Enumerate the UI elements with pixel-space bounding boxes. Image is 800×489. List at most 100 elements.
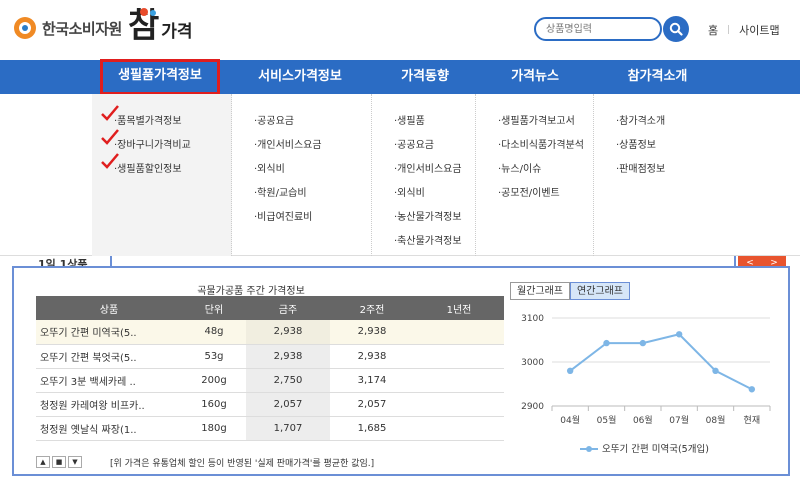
data-point bbox=[603, 339, 610, 347]
menu-col-about: ·참가격소개 ·상품정보 ·판매점정보 bbox=[594, 94, 714, 256]
sitemap-link[interactable]: 사이트맵 bbox=[739, 22, 779, 38]
product-cell[interactable]: 오뚜기 간편 북엇국(5.. bbox=[36, 344, 182, 369]
mega-menu: ·품목별가격정보 ·장바구니가격비교 ·생필품할인정보 ·공공요금 ·개인서비스… bbox=[0, 94, 800, 256]
search-button[interactable] bbox=[663, 16, 689, 42]
menu-item[interactable]: ·개인서비스요금 bbox=[254, 136, 322, 151]
product-cell[interactable]: 오뚜기 간편 미역국(5.. bbox=[36, 320, 182, 345]
brand-dot-icon bbox=[140, 8, 148, 16]
util-divider: | bbox=[727, 25, 731, 35]
menu-item-by-item[interactable]: ·품목별가격정보 bbox=[114, 112, 182, 127]
search-icon bbox=[669, 22, 683, 36]
menu-item[interactable]: ·외식비 bbox=[394, 184, 425, 199]
this-week-cell: 1,707 bbox=[246, 416, 330, 441]
one-year-ago-cell bbox=[414, 344, 504, 369]
one-year-ago-cell bbox=[414, 392, 504, 417]
table-row[interactable]: 오뚜기 간편 북엇국(5.. 53g 2,938 2,938 bbox=[36, 344, 504, 369]
menu-col-service-price: ·공공요금 ·개인서비스요금 ·외식비 ·학원/교습비 ·비급여진료비 bbox=[232, 94, 372, 256]
tab-monthly-graph[interactable]: 월간그래프 bbox=[510, 282, 570, 300]
brand-name-small: 가격 bbox=[161, 22, 193, 42]
menu-item[interactable]: ·농산물가격정보 bbox=[394, 208, 462, 223]
data-point bbox=[712, 367, 719, 374]
table-row[interactable]: 오뚜기 간편 미역국(5.. 48g 2,938 2,938 bbox=[36, 320, 504, 345]
y-tick-label: 3100 bbox=[521, 314, 544, 324]
y-tick-label: 2900 bbox=[521, 402, 544, 412]
this-week-cell: 2,938 bbox=[246, 320, 330, 345]
menu-col-living-price: ·품목별가격정보 ·장바구니가격비교 ·생필품할인정보 bbox=[92, 94, 232, 256]
menu-item[interactable]: ·뉴스/이슈 bbox=[498, 160, 541, 175]
nav-item-price-trend[interactable]: 가격동향 bbox=[380, 60, 470, 94]
menu-item[interactable]: ·공공요금 bbox=[254, 112, 294, 127]
table-row[interactable]: 청정원 옛날식 짜장(1.. 180g 1,707 1,685 bbox=[36, 416, 504, 441]
legend-label: 오뚜기 간편 미역국(5개입) bbox=[602, 443, 709, 455]
menu-item[interactable]: ·판매점정보 bbox=[616, 160, 665, 175]
menu-item[interactable]: ·공모전/이벤트 bbox=[498, 184, 560, 199]
column-header: 금주 bbox=[246, 296, 330, 320]
chart-tabs: 월간그래프 연간그래프 bbox=[510, 282, 630, 300]
menu-item[interactable]: ·축산물가격정보 bbox=[394, 232, 462, 247]
x-tick-label: 현재 bbox=[744, 415, 761, 426]
product-cell[interactable]: 청정원 카레여왕 비프카.. bbox=[36, 392, 182, 417]
table-row[interactable]: 청정원 카레여왕 비프카.. 160g 2,057 2,057 bbox=[36, 392, 504, 417]
menu-col-price-news: ·생필품가격보고서 ·다소비식품가격분석 ·뉴스/이슈 ·공모전/이벤트 bbox=[476, 94, 594, 256]
price-line-chart: 2900 3000 3100 04월 05월 06월 07월 08월 현재오뚜기 간편 미역국(… bbox=[521, 314, 771, 455]
menu-item[interactable]: ·다소비식품가격분석 bbox=[498, 136, 584, 151]
column-header: 2주전 bbox=[330, 296, 414, 320]
menu-item-discount[interactable]: ·생필품할인정보 bbox=[114, 160, 182, 175]
two-weeks-ago-cell: 1,685 bbox=[330, 416, 414, 441]
nav-item-service-price[interactable]: 서비스가격정보 bbox=[240, 60, 360, 94]
column-header: 단위 bbox=[182, 296, 246, 320]
this-week-cell: 2,750 bbox=[246, 368, 330, 393]
unit-cell: 160g bbox=[182, 392, 246, 417]
table-header-row: 상품 단위 금주 2주전 1년전 bbox=[36, 296, 504, 320]
nav-item-about[interactable]: 참가격소개 bbox=[605, 60, 710, 94]
column-header: 상품 bbox=[36, 296, 182, 320]
one-year-ago-cell bbox=[414, 368, 504, 393]
page-down-button[interactable]: ▼ bbox=[68, 456, 82, 468]
data-point bbox=[566, 367, 574, 374]
util-links: 홈 | 사이트맵 bbox=[708, 22, 780, 38]
menu-item[interactable]: ·공공요금 bbox=[394, 136, 434, 151]
menu-item[interactable]: ·생필품 bbox=[394, 112, 425, 127]
price-note: [위 가격은 유통업체 할인 등이 반영된 '실제 판매가격'를 평균한 값임.… bbox=[110, 459, 375, 469]
nav-item-price-news[interactable]: 가격뉴스 bbox=[490, 60, 580, 94]
menu-item[interactable]: ·생필품가격보고서 bbox=[498, 112, 575, 127]
home-link[interactable]: 홈 bbox=[708, 22, 718, 38]
x-tick-label: 04월 bbox=[560, 414, 580, 426]
one-year-ago-cell bbox=[414, 320, 504, 345]
brand-logo[interactable]: 참 가격 bbox=[128, 6, 193, 46]
main-nav: 생필품가격정보 서비스가격정보 가격동향 가격뉴스 참가격소개 bbox=[0, 59, 800, 95]
product-cell[interactable]: 오뚜기 3분 백세카레 .. bbox=[36, 368, 182, 393]
menu-item[interactable]: ·참가격소개 bbox=[616, 112, 665, 127]
data-point bbox=[639, 339, 647, 347]
org-logo[interactable]: 한국소비자원 bbox=[14, 17, 122, 39]
x-tick-label: 07월 bbox=[669, 414, 689, 426]
this-week-cell: 2,057 bbox=[246, 392, 330, 417]
org-logo-icon bbox=[14, 17, 36, 39]
header: 한국소비자원 참 가격 홈 | 사이트맵 bbox=[0, 0, 800, 60]
page-stop-button[interactable]: ■ bbox=[52, 456, 66, 468]
data-point bbox=[675, 331, 683, 338]
org-name: 한국소비자원 bbox=[42, 19, 122, 38]
column-header: 1년전 bbox=[414, 296, 504, 320]
menu-item-basket[interactable]: ·장바구니가격비교 bbox=[114, 136, 191, 151]
two-weeks-ago-cell: 2,057 bbox=[330, 392, 414, 417]
unit-cell: 180g bbox=[182, 416, 246, 441]
table-pager: ▲ ■ ▼ bbox=[36, 456, 84, 468]
nav-item-living-price[interactable]: 생필품가격정보 bbox=[100, 59, 220, 95]
tab-yearly-graph[interactable]: 연간그래프 bbox=[570, 282, 630, 300]
menu-item[interactable]: ·상품정보 bbox=[616, 136, 656, 151]
page-up-button[interactable]: ▲ bbox=[36, 456, 50, 468]
product-cell[interactable]: 청정원 옛날식 짜장(1.. bbox=[36, 416, 182, 441]
y-tick-label: 3000 bbox=[521, 358, 544, 368]
two-weeks-ago-cell: 2,938 bbox=[330, 320, 414, 345]
menu-item[interactable]: ·외식비 bbox=[254, 160, 285, 175]
this-week-cell: 2,938 bbox=[246, 344, 330, 369]
x-tick-label: 06월 bbox=[633, 414, 653, 426]
table-row[interactable]: 오뚜기 3분 백세카레 .. 200g 2,750 3,174 bbox=[36, 368, 504, 393]
menu-item[interactable]: ·학원/교습비 bbox=[254, 184, 307, 199]
one-year-ago-cell bbox=[414, 416, 504, 441]
menu-item[interactable]: ·비급여진료비 bbox=[254, 208, 312, 223]
menu-item[interactable]: ·개인서비스요금 bbox=[394, 160, 462, 175]
search-input[interactable] bbox=[534, 17, 662, 41]
legend-marker bbox=[586, 446, 592, 452]
